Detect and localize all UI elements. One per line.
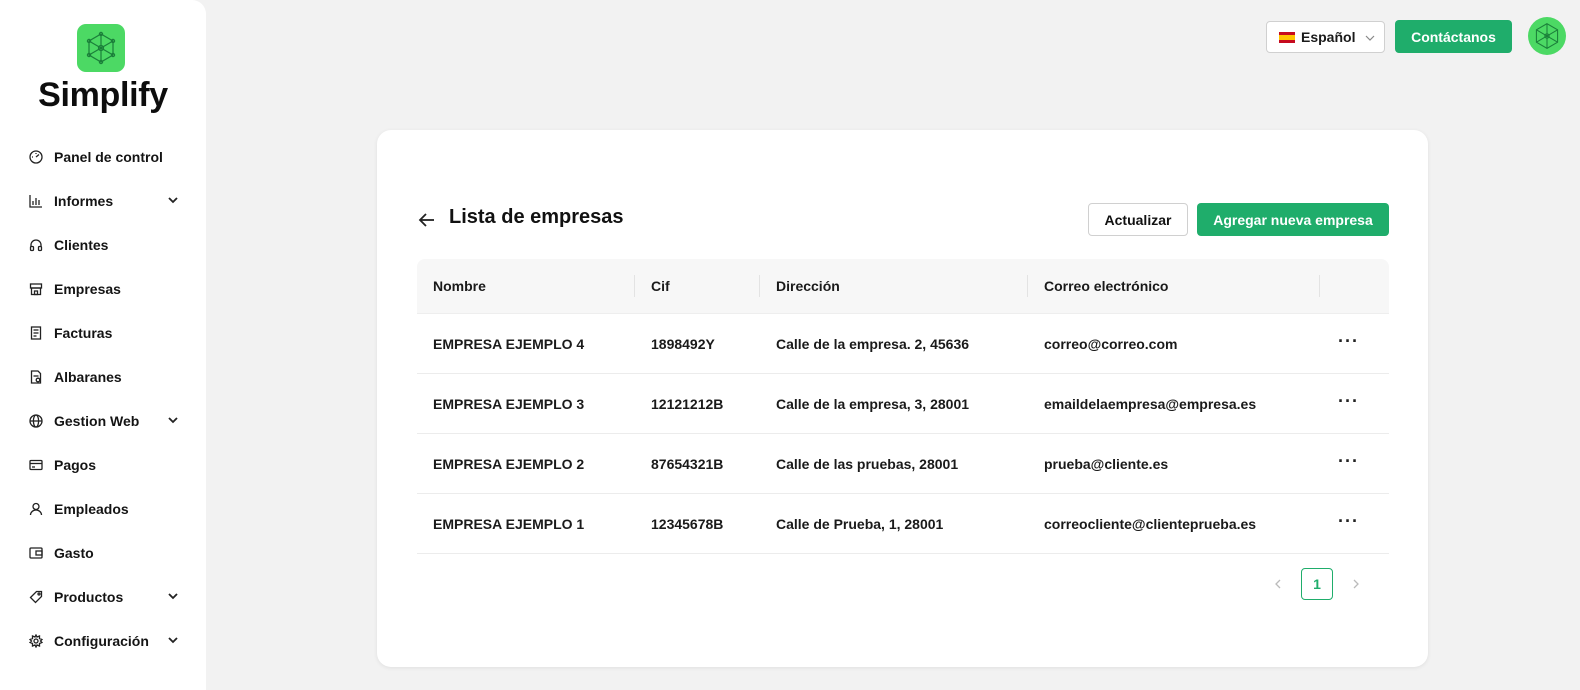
sidebar-item-productos[interactable]: Productos [0,575,206,619]
companies-card: Lista de empresas Actualizar Agregar nue… [377,130,1428,667]
sidebar-item-label: Pagos [54,457,97,473]
sidebar-item-gestion-web[interactable]: Gestion Web [0,399,206,443]
row-actions-button[interactable]: ··· [1320,392,1389,410]
chevron-down-icon [168,417,178,424]
sidebar-item-empleados[interactable]: Empleados [0,487,206,531]
cell-cif: 87654321B [651,455,724,472]
sidebar-item-label: Configuración [54,633,149,649]
cell-cif: 1898492Y [651,335,715,352]
sidebar-item-configuracion[interactable]: Configuración [0,619,206,663]
language-selector[interactable]: Español [1266,21,1385,53]
invoice-icon [28,325,44,341]
sidebar-item-label: Gasto [54,545,94,561]
sidebar-item-panel-de-control[interactable]: Panel de control [0,135,206,179]
column-header-cif: Cif [635,259,760,314]
sidebar-item-facturas[interactable]: Facturas [0,311,206,355]
cell-correo: emaildelaempresa@empresa.es [1044,395,1257,412]
sidebar: Simplify Panel de control Informes Clien… [0,0,206,690]
sidebar-item-albaranes[interactable]: Albaranes [0,355,206,399]
next-page-button[interactable] [1340,568,1372,600]
column-header-direccion: Dirección [760,259,1028,314]
table-row[interactable]: EMPRESA EJEMPLO 2 87654321B Calle de las… [417,434,1389,494]
globe-icon [28,413,44,429]
sidebar-item-label: Albaranes [54,369,122,385]
cell-nombre: EMPRESA EJEMPLO 4 [433,335,585,352]
spain-flag-icon [1279,31,1295,43]
sidebar-item-label: Gestion Web [54,413,140,429]
wallet-icon [28,545,44,561]
gear-icon [28,633,44,649]
row-actions-button[interactable]: ··· [1320,452,1389,470]
chevron-right-icon [1353,579,1359,589]
column-header-correo: Correo electrónico [1028,259,1320,314]
sidebar-item-label: Informes [54,193,114,209]
sidebar-item-clientes[interactable]: Clientes [0,223,206,267]
page-number-button[interactable]: 1 [1301,568,1333,600]
brand-name: Simplify [38,76,168,114]
cell-nombre: EMPRESA EJEMPLO 1 [433,515,585,532]
chevron-down-icon [168,197,178,204]
chevron-left-icon [1275,579,1281,589]
table-row[interactable]: EMPRESA EJEMPLO 1 12345678B Calle de Pru… [417,494,1389,554]
headphones-icon [28,237,44,253]
prev-page-button[interactable] [1262,568,1294,600]
table-header: Nombre Cif Dirección Correo electrónico [417,259,1389,314]
chevron-down-icon [168,593,178,600]
store-icon [28,281,44,297]
update-button[interactable]: Actualizar [1088,203,1188,236]
chevron-down-icon [168,637,178,644]
cell-nombre: EMPRESA EJEMPLO 3 [433,395,585,412]
cell-correo: correo@correo.com [1044,335,1178,352]
row-actions-button[interactable]: ··· [1320,332,1389,350]
cell-cif: 12121212B [651,395,724,412]
chart-icon [28,193,44,209]
sidebar-item-label: Empleados [54,501,129,517]
cell-direccion: Calle de la empresa. 2, 45636 [776,335,970,352]
user-icon [28,501,44,517]
sidebar-item-empresas[interactable]: Empresas [0,267,206,311]
pagination: 1 [1262,568,1372,600]
sidebar-item-pagos[interactable]: Pagos [0,443,206,487]
cell-correo: correocliente@clienteprueba.es [1044,515,1257,532]
column-header-nombre: Nombre [417,259,635,314]
page-title: Lista de empresas [449,206,624,228]
table-row[interactable]: EMPRESA EJEMPLO 3 12121212B Calle de la … [417,374,1389,434]
row-actions-button[interactable]: ··· [1320,512,1389,530]
sidebar-item-label: Clientes [54,237,109,253]
sidebar-item-label: Facturas [54,325,113,341]
back-arrow-icon[interactable] [417,210,437,230]
sidebar-item-label: Productos [54,589,124,605]
sidebar-item-gasto[interactable]: Gasto [0,531,206,575]
cell-direccion: Calle de Prueba, 1, 28001 [776,515,944,532]
cell-cif: 12345678B [651,515,724,532]
card-icon [28,457,44,473]
sidebar-item-informes[interactable]: Informes [0,179,206,223]
add-company-button[interactable]: Agregar nueva empresa [1197,203,1389,236]
sidebar-nav: Panel de control Informes Clientes Empre… [0,135,206,663]
companies-table: Nombre Cif Dirección Correo electrónico … [417,259,1389,554]
logo-icon[interactable] [77,24,125,72]
cell-nombre: EMPRESA EJEMPLO 2 [433,455,585,472]
dashboard-icon [28,149,44,165]
sidebar-item-label: Panel de control [54,149,163,165]
tag-icon [28,589,44,605]
sidebar-item-label: Empresas [54,281,121,297]
language-label: Español [1301,29,1356,45]
cell-correo: prueba@cliente.es [1044,455,1169,472]
chevron-down-icon [1365,35,1375,41]
cell-direccion: Calle de las pruebas, 28001 [776,455,959,472]
column-header-actions [1320,259,1389,314]
cell-direccion: Calle de la empresa, 3, 28001 [776,395,970,412]
contact-button[interactable]: Contáctanos [1395,20,1512,53]
delivery-note-icon [28,369,44,385]
avatar[interactable] [1528,17,1566,55]
table-row[interactable]: EMPRESA EJEMPLO 4 1898492Y Calle de la e… [417,314,1389,374]
